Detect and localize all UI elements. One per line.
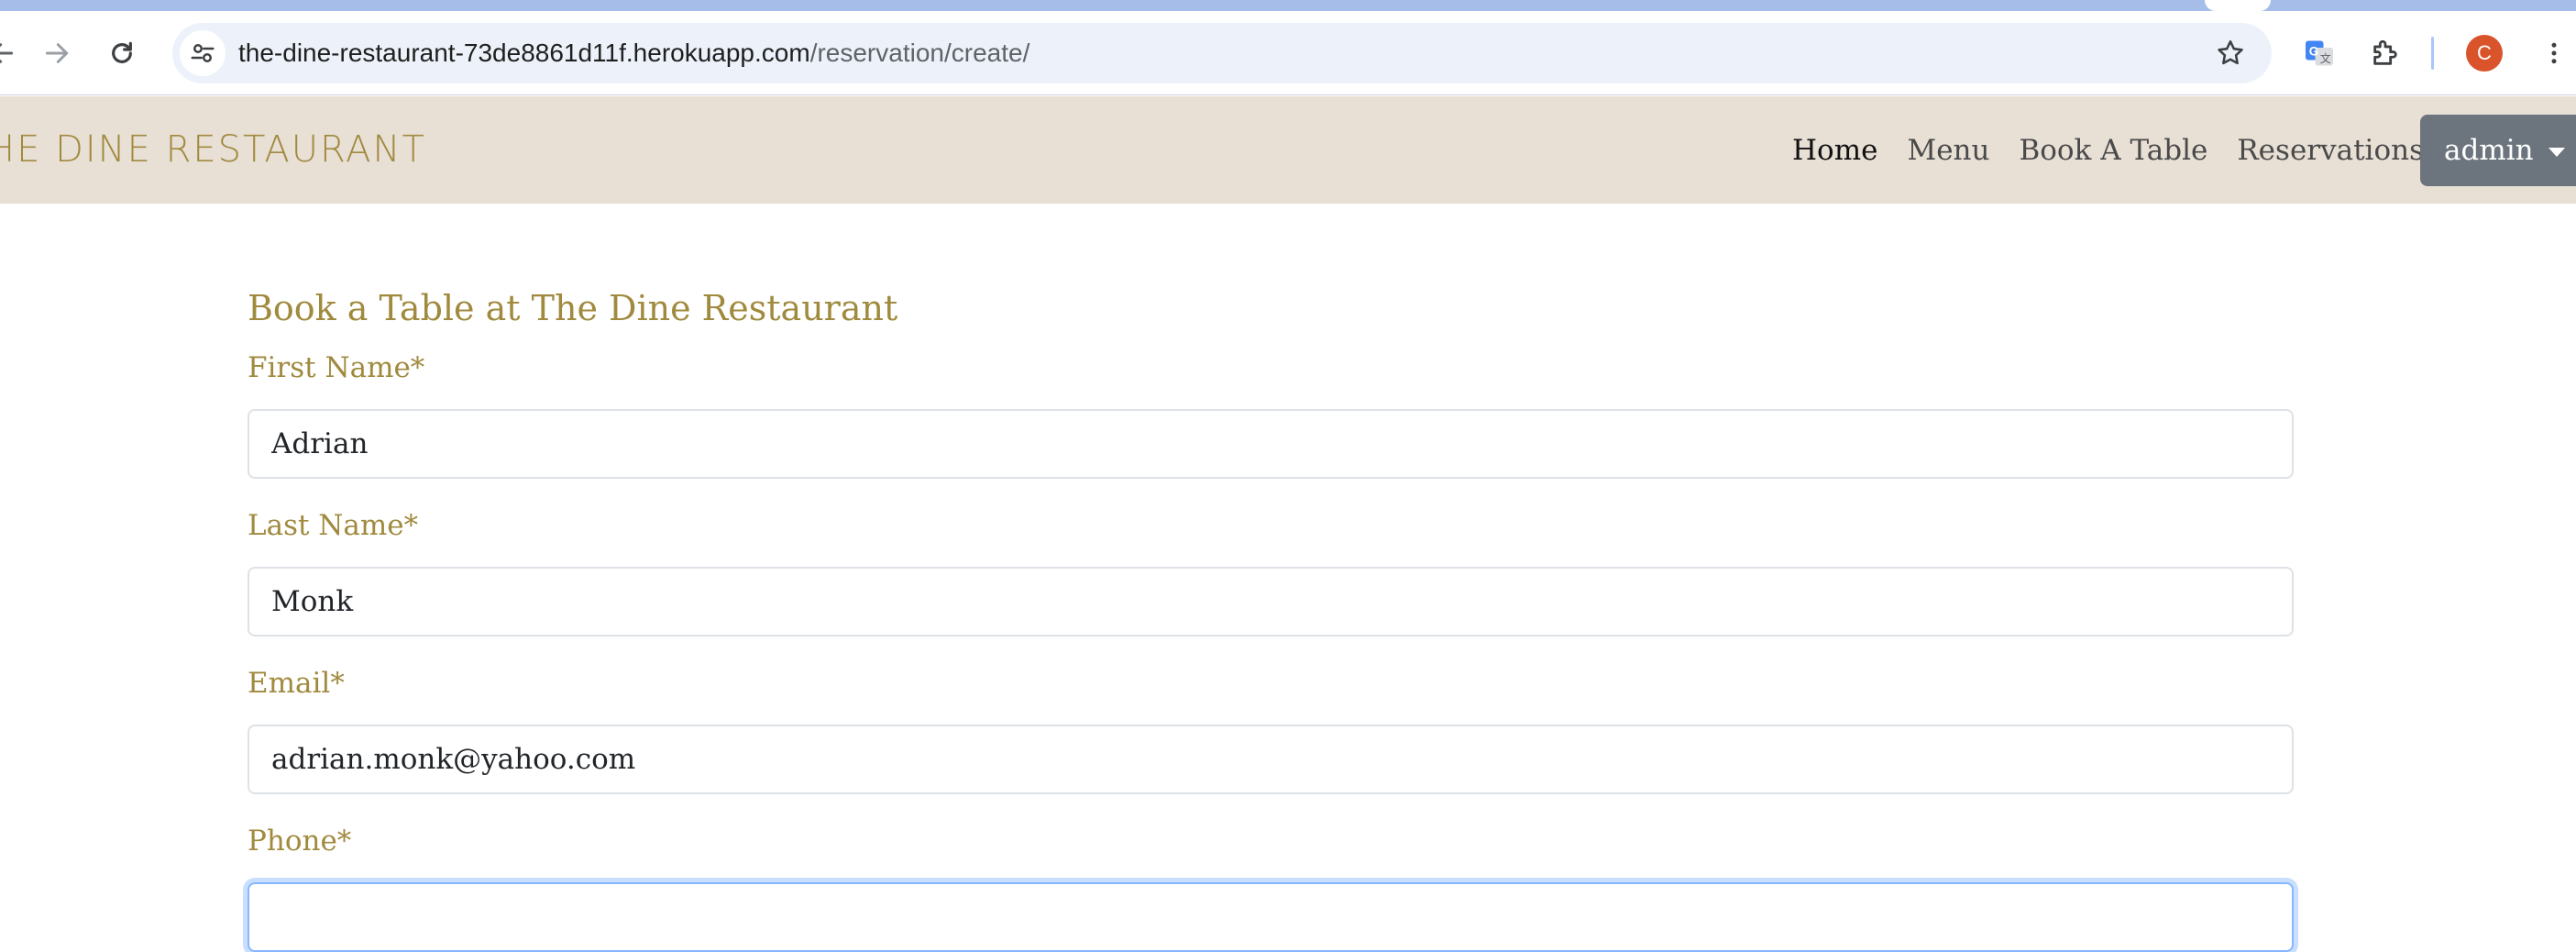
phone-label: Phone* [248, 825, 352, 858]
profile-avatar[interactable]: C [2466, 35, 2503, 72]
nav-links: Home Menu Book A Table Reservations [1792, 96, 2453, 204]
url-text[interactable]: the-dine-restaurant-73de8861d11f.herokua… [238, 23, 1029, 83]
url-host: the-dine-restaurant-73de8861d11f.herokua… [238, 39, 810, 67]
site-info-button[interactable] [180, 30, 226, 76]
back-button[interactable] [0, 28, 28, 79]
address-bar[interactable]: the-dine-restaurant-73de8861d11f.herokua… [172, 23, 2272, 83]
extensions-button[interactable] [2360, 28, 2411, 79]
kebab-menu-icon [2551, 42, 2557, 64]
nav-link-book-a-table[interactable]: Book A Table [2019, 134, 2207, 167]
phone-input[interactable] [248, 882, 2294, 952]
reload-icon [112, 41, 132, 63]
svg-text:文: 文 [2320, 51, 2331, 65]
forward-arrow-icon [45, 43, 69, 63]
site-brand[interactable]: HE DINE RESTAURANT [0, 96, 426, 204]
first-name-input[interactable] [248, 409, 2294, 479]
nav-link-reservations[interactable]: Reservations [2237, 134, 2424, 167]
nav-link-home[interactable]: Home [1792, 134, 1877, 167]
first-name-label: First Name* [248, 351, 425, 384]
puzzle-icon [2373, 39, 2397, 65]
email-input[interactable] [248, 725, 2294, 794]
nav-link-menu[interactable]: Menu [1907, 134, 1989, 167]
star-icon [2218, 39, 2243, 65]
bookmark-button[interactable] [2207, 30, 2253, 76]
tab-strip [0, 0, 2576, 11]
form-title: Book a Table at The Dine Restaurant [248, 288, 898, 328]
toolbar-separator [2431, 37, 2434, 70]
tab-strip-gap [2205, 0, 2271, 11]
translate-extension-button[interactable]: G 文 [2294, 28, 2345, 79]
svg-text:G: G [2309, 44, 2319, 58]
tune-icon [191, 44, 215, 62]
browser-menu-button[interactable] [2528, 28, 2576, 79]
browser-toolbar: the-dine-restaurant-73de8861d11f.herokua… [0, 0, 2576, 95]
last-name-label: Last Name* [248, 509, 419, 542]
google-translate-icon: G 文 [2306, 40, 2333, 66]
user-menu-label: admin [2444, 134, 2534, 167]
site-navbar: HE DINE RESTAURANT Home Menu Book A Tabl… [0, 96, 2576, 204]
user-menu-dropdown[interactable]: admin [2420, 115, 2576, 186]
reload-button[interactable] [96, 28, 148, 79]
last-name-input[interactable] [248, 567, 2294, 637]
url-path: /reservation/create/ [809, 39, 1030, 67]
forward-button[interactable] [31, 28, 83, 79]
email-label: Email* [248, 667, 345, 700]
back-arrow-icon [0, 43, 14, 63]
caret-down-icon [2548, 147, 2565, 157]
